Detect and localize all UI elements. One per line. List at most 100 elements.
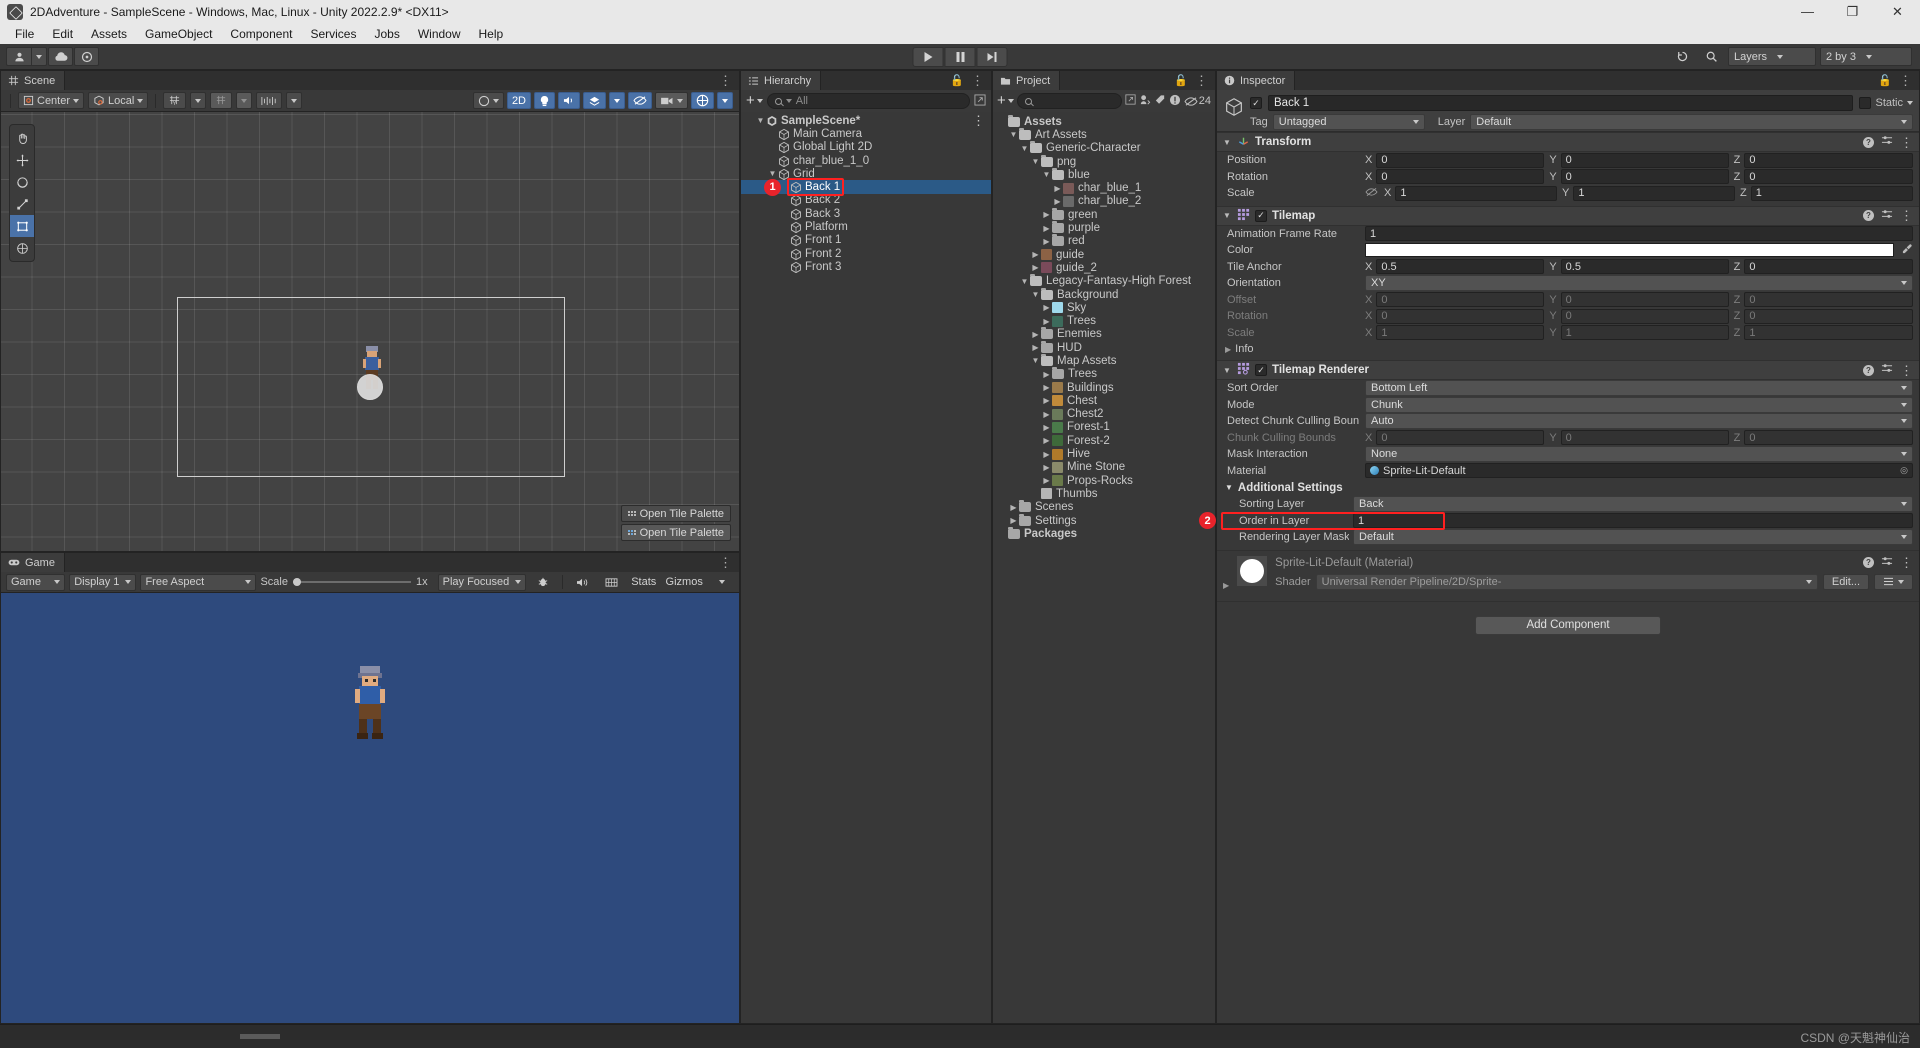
edit-shader-button[interactable]: Edit... [1822,573,1869,590]
grid-axis-caret[interactable] [190,92,207,109]
project-item[interactable]: Art Assets [993,127,1215,141]
layers-dropdown[interactable]: Layers [1728,47,1816,66]
transform-component-header[interactable]: ▼ Transform ? ⋮ [1217,132,1919,152]
account-dropdown[interactable] [6,47,47,66]
scale-y-input[interactable]: 1 [1573,185,1735,201]
chevron-right-icon[interactable] [1041,370,1052,379]
shader-dropdown[interactable]: Universal Render Pipeline/2D/Sprite- [1315,573,1818,590]
hierarchy-item[interactable]: Back 3 [741,207,991,220]
mask-interaction-dropdown[interactable]: None [1365,446,1913,463]
chevron-right-icon[interactable] [1041,463,1052,472]
project-item[interactable]: Chest2 [993,408,1215,421]
chevron-right-icon[interactable] [1052,184,1063,193]
project-item[interactable]: green [993,207,1215,221]
chevron-right-icon[interactable] [1030,263,1041,272]
project-item[interactable]: Sky [993,301,1215,314]
game-play-mode-dropdown[interactable]: Play Focused [437,573,527,591]
chevron-right-icon[interactable] [1030,250,1041,259]
tilemap-enabled-checkbox[interactable]: ✓ [1255,209,1267,222]
position-z-input[interactable]: 0 [1744,152,1913,168]
project-item[interactable]: Generic-Character [993,141,1215,155]
menu-services[interactable]: Services [301,25,365,43]
static-toggle-group[interactable]: Static [1859,97,1913,109]
rotation-x-input[interactable]: 0 [1376,169,1545,185]
scale-z-input[interactable]: 1 [1750,185,1913,201]
space-dropdown[interactable]: Local [88,92,149,109]
project-filter-label-icon[interactable] [1154,94,1166,109]
scene-visibility-toggle[interactable] [628,92,652,109]
component-options-icon[interactable]: ⋮ [1900,209,1913,222]
project-add-button[interactable]: + [997,93,1014,108]
material-object-field[interactable]: Sprite-Lit-Default ◎ [1365,463,1913,479]
pivot-dropdown[interactable]: Center [18,92,85,109]
grid-snap-toggle[interactable] [210,92,233,109]
scene-fx-toggle[interactable] [583,92,606,109]
scene-audio-toggle[interactable] [558,92,580,109]
scene-gizmos-caret[interactable] [717,92,733,109]
project-filter-type-icon[interactable] [1139,94,1151,109]
rect-tool-icon[interactable] [10,215,34,237]
help-icon[interactable]: ? [1863,557,1874,568]
project-item[interactable]: Settings [993,513,1215,527]
tab-scene[interactable]: Scene [1,71,66,90]
chevron-right-icon[interactable] [1041,210,1052,219]
scene-view[interactable]: Open Tile Palette Open Tile Palette [1,112,739,551]
chevron-right-icon[interactable] [1008,503,1019,512]
hierarchy-item[interactable]: Front 1 [741,234,991,247]
undo-history-icon[interactable] [1670,47,1695,66]
project-tree[interactable]: AssetsArt AssetsGeneric-Characterpngblue… [993,112,1215,1023]
color-swatch[interactable] [1365,243,1894,258]
sorting-layer-dropdown[interactable]: Back [1353,496,1913,513]
grid-axis-dropdown[interactable]: Y [163,92,187,109]
help-icon[interactable]: ? [1863,364,1874,376]
account-caret-icon[interactable] [31,47,47,66]
minimize-button[interactable]: — [1785,0,1830,23]
gameobject-name-input[interactable]: Back 1 [1268,95,1854,111]
pause-button[interactable] [944,46,976,67]
move-tool-icon[interactable] [10,149,34,171]
chevron-right-icon[interactable] [1041,436,1052,445]
project-item[interactable]: char_blue_2 [993,195,1215,208]
chevron-right-icon[interactable] [1041,476,1052,485]
static-checkbox[interactable] [1859,97,1872,109]
project-expand-icon[interactable] [1125,94,1136,108]
menu-assets[interactable]: Assets [82,25,136,43]
stats-grid-icon[interactable] [599,573,624,592]
project-item[interactable]: Map Assets [993,353,1215,367]
position-x-input[interactable]: 0 [1376,152,1545,168]
tab-inspector[interactable]: Inspector [1217,71,1296,90]
project-warning-icon[interactable] [1169,94,1181,109]
project-item[interactable]: HUD [993,340,1215,354]
snap-increment-dropdown[interactable] [256,92,283,109]
additional-settings-foldout[interactable]: ▼ Additional Settings [1217,479,1919,496]
project-item[interactable]: Buildings [993,381,1215,394]
chevron-right-icon[interactable] [1041,423,1052,432]
step-button[interactable] [976,46,1008,67]
project-item[interactable]: char_blue_1 [993,181,1215,194]
hierarchy-expand-icon[interactable] [974,93,986,109]
tilemap-renderer-enabled-checkbox[interactable]: ✓ [1255,364,1267,376]
menu-file[interactable]: File [6,25,43,43]
project-item[interactable]: Trees [993,314,1215,327]
mode-dropdown[interactable]: Chunk [1365,396,1913,413]
play-button[interactable] [912,46,944,67]
chevron-right-icon[interactable]: ▶ [1223,581,1229,590]
gameobject-enabled-checkbox[interactable]: ✓ [1250,97,1262,109]
project-item[interactable]: blue [993,167,1215,181]
account-icon[interactable] [6,47,31,66]
lock-icon[interactable]: 🔓 [1878,74,1892,87]
project-item[interactable]: Background [993,287,1215,301]
chevron-down-icon[interactable] [755,116,766,125]
cloud-icon[interactable] [48,47,73,66]
eyedropper-icon[interactable] [1902,243,1913,257]
scene-fx-caret[interactable] [609,92,625,109]
chevron-down-icon[interactable] [1030,356,1041,365]
project-item[interactable]: Enemies [993,327,1215,341]
chevron-right-icon[interactable] [1008,516,1019,525]
constrain-proportions-icon[interactable] [1365,187,1378,200]
preset-icon[interactable] [1881,135,1893,149]
project-item[interactable]: guide_2 [993,261,1215,274]
chevron-right-icon[interactable] [1041,410,1052,419]
tile-anchor-y-input[interactable]: 0.5 [1560,259,1729,275]
position-y-input[interactable]: 0 [1560,152,1729,168]
